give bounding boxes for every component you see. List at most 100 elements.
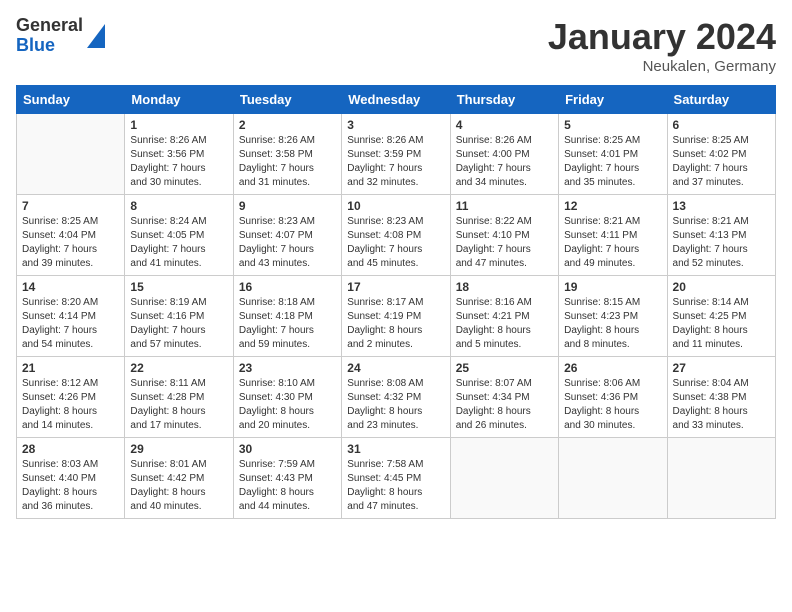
- calendar-cell: 19 Sunrise: 8:15 AMSunset: 4:23 PMDayligh…: [559, 276, 667, 357]
- day-number: 20: [673, 280, 770, 294]
- day-number: 22: [130, 361, 227, 375]
- day-info: Sunrise: 7:59 AMSunset: 4:43 PMDaylight:…: [239, 458, 336, 514]
- day-header-thursday: Thursday: [450, 86, 558, 114]
- day-info: Sunrise: 8:16 AMSunset: 4:21 PMDaylight:…: [456, 296, 553, 352]
- calendar-cell: 20Sunrise: 8:14 AMSunset: 4:25 PMDayligh…: [667, 276, 775, 357]
- day-number: 30: [239, 442, 336, 456]
- day-header-monday: Monday: [125, 86, 233, 114]
- day-number: 17: [347, 280, 444, 294]
- calendar-cell: 1 Sunrise: 8:26 AMSunset: 3:56 PMDaylight…: [125, 114, 233, 195]
- calendar-cell: 15Sunrise: 8:19 AMSunset: 4:16 PMDayligh…: [125, 276, 233, 357]
- day-info: Sunrise: 8:25 AMSunset: 4:02 PMDaylight:…: [673, 134, 770, 190]
- location: Neukalen, Germany: [548, 58, 776, 75]
- day-header-wednesday: Wednesday: [342, 86, 450, 114]
- calendar-cell: [559, 438, 667, 519]
- logo-icon: [87, 24, 105, 48]
- day-info: Sunrise: 8:03 AMSunset: 4:40 PMDaylight:…: [22, 458, 119, 514]
- day-info: Sunrise: 8:19 AMSunset: 4:16 PMDaylight:…: [130, 296, 227, 352]
- calendar-cell: 10 Sunrise: 8:23 AMSunset: 4:08 PMDayligh…: [342, 195, 450, 276]
- day-number: 5: [564, 118, 661, 132]
- day-info: Sunrise: 8:11 AMSunset: 4:28 PMDaylight:…: [130, 377, 227, 433]
- day-number: 19: [564, 280, 661, 294]
- day-number: 9: [239, 199, 336, 213]
- day-info: Sunrise: 8:23 AMSunset: 4:07 PMDaylight:…: [239, 215, 336, 271]
- day-number: 26: [564, 361, 661, 375]
- calendar-cell: 17Sunrise: 8:17 AMSunset: 4:19 PMDayligh…: [342, 276, 450, 357]
- day-number: 8: [130, 199, 227, 213]
- calendar-cell: 18Sunrise: 8:16 AMSunset: 4:21 PMDayligh…: [450, 276, 558, 357]
- day-header-saturday: Saturday: [667, 86, 775, 114]
- calendar-cell: 8 Sunrise: 8:24 AMSunset: 4:05 PMDaylight…: [125, 195, 233, 276]
- day-number: 13: [673, 199, 770, 213]
- calendar-cell: 2Sunrise: 8:26 AMSunset: 3:58 PMDaylight…: [233, 114, 341, 195]
- day-number: 3: [347, 118, 444, 132]
- calendar-week-3: 14Sunrise: 8:20 AMSunset: 4:14 PMDayligh…: [17, 276, 776, 357]
- day-info: Sunrise: 8:07 AMSunset: 4:34 PMDaylight:…: [456, 377, 553, 433]
- calendar-cell: 22 Sunrise: 8:11 AMSunset: 4:28 PMDayligh…: [125, 357, 233, 438]
- day-info: Sunrise: 8:22 AMSunset: 4:10 PMDaylight:…: [456, 215, 553, 271]
- day-number: 6: [673, 118, 770, 132]
- day-info: Sunrise: 8:21 AMSunset: 4:11 PMDaylight:…: [564, 215, 661, 271]
- day-header-sunday: Sunday: [17, 86, 125, 114]
- day-info: Sunrise: 8:20 AMSunset: 4:14 PMDaylight:…: [22, 296, 119, 352]
- day-info: Sunrise: 8:24 AMSunset: 4:05 PMDaylight:…: [130, 215, 227, 271]
- calendar-week-1: 1 Sunrise: 8:26 AMSunset: 3:56 PMDaylight…: [17, 114, 776, 195]
- calendar-cell: 6 Sunrise: 8:25 AMSunset: 4:02 PMDaylight…: [667, 114, 775, 195]
- day-number: 28: [22, 442, 119, 456]
- day-info: Sunrise: 8:23 AMSunset: 4:08 PMDaylight:…: [347, 215, 444, 271]
- day-number: 27: [673, 361, 770, 375]
- day-number: 31: [347, 442, 444, 456]
- calendar-cell: 7 Sunrise: 8:25 AMSunset: 4:04 PMDaylight…: [17, 195, 125, 276]
- calendar-table: SundayMondayTuesdayWednesdayThursdayFrid…: [16, 85, 776, 519]
- day-number: 24: [347, 361, 444, 375]
- calendar-week-2: 7 Sunrise: 8:25 AMSunset: 4:04 PMDaylight…: [17, 195, 776, 276]
- day-info: Sunrise: 8:25 AMSunset: 4:01 PMDaylight:…: [564, 134, 661, 190]
- day-info: Sunrise: 8:26 AMSunset: 3:56 PMDaylight:…: [130, 134, 227, 190]
- calendar-cell: 9 Sunrise: 8:23 AMSunset: 4:07 PMDaylight…: [233, 195, 341, 276]
- day-info: Sunrise: 8:26 AMSunset: 3:59 PMDaylight:…: [347, 134, 444, 190]
- calendar-cell: 5 Sunrise: 8:25 AMSunset: 4:01 PMDaylight…: [559, 114, 667, 195]
- day-number: 23: [239, 361, 336, 375]
- day-number: 1: [130, 118, 227, 132]
- calendar-cell: 31Sunrise: 7:58 AMSunset: 4:45 PMDayligh…: [342, 438, 450, 519]
- day-number: 25: [456, 361, 553, 375]
- day-number: 10: [347, 199, 444, 213]
- day-info: Sunrise: 8:01 AMSunset: 4:42 PMDaylight:…: [130, 458, 227, 514]
- calendar-cell: 28 Sunrise: 8:03 AMSunset: 4:40 PMDayligh…: [17, 438, 125, 519]
- day-info: Sunrise: 8:04 AMSunset: 4:38 PMDaylight:…: [673, 377, 770, 433]
- month-title: January 2024: [548, 16, 776, 58]
- day-number: 12: [564, 199, 661, 213]
- page-header: General Blue January 2024 Neukalen, Germ…: [16, 16, 776, 75]
- calendar-header-row: SundayMondayTuesdayWednesdayThursdayFrid…: [17, 86, 776, 114]
- calendar-cell: 14Sunrise: 8:20 AMSunset: 4:14 PMDayligh…: [17, 276, 125, 357]
- day-number: 7: [22, 199, 119, 213]
- calendar-cell: 23 Sunrise: 8:10 AMSunset: 4:30 PMDayligh…: [233, 357, 341, 438]
- calendar-cell: 11 Sunrise: 8:22 AMSunset: 4:10 PMDayligh…: [450, 195, 558, 276]
- day-info: Sunrise: 8:26 AMSunset: 4:00 PMDaylight:…: [456, 134, 553, 190]
- calendar-cell: [450, 438, 558, 519]
- day-number: 2: [239, 118, 336, 132]
- day-info: Sunrise: 8:18 AMSunset: 4:18 PMDaylight:…: [239, 296, 336, 352]
- calendar-cell: [17, 114, 125, 195]
- day-info: Sunrise: 8:15 AMSunset: 4:23 PMDaylight:…: [564, 296, 661, 352]
- calendar-cell: 4Sunrise: 8:26 AMSunset: 4:00 PMDaylight…: [450, 114, 558, 195]
- logo-blue: Blue: [16, 36, 83, 56]
- calendar-cell: 3 Sunrise: 8:26 AMSunset: 3:59 PMDaylight…: [342, 114, 450, 195]
- calendar-week-4: 21 Sunrise: 8:12 AMSunset: 4:26 PMDayligh…: [17, 357, 776, 438]
- calendar-cell: 24Sunrise: 8:08 AMSunset: 4:32 PMDayligh…: [342, 357, 450, 438]
- day-number: 11: [456, 199, 553, 213]
- calendar-cell: 25 Sunrise: 8:07 AMSunset: 4:34 PMDayligh…: [450, 357, 558, 438]
- day-number: 21: [22, 361, 119, 375]
- day-info: Sunrise: 8:21 AMSunset: 4:13 PMDaylight:…: [673, 215, 770, 271]
- day-info: Sunrise: 8:12 AMSunset: 4:26 PMDaylight:…: [22, 377, 119, 433]
- calendar-cell: 30 Sunrise: 7:59 AMSunset: 4:43 PMDayligh…: [233, 438, 341, 519]
- logo-general: General: [16, 16, 83, 36]
- logo: General Blue: [16, 16, 105, 56]
- day-info: Sunrise: 8:06 AMSunset: 4:36 PMDaylight:…: [564, 377, 661, 433]
- day-info: Sunrise: 8:25 AMSunset: 4:04 PMDaylight:…: [22, 215, 119, 271]
- title-block: January 2024 Neukalen, Germany: [548, 16, 776, 75]
- calendar-cell: 26 Sunrise: 8:06 AMSunset: 4:36 PMDayligh…: [559, 357, 667, 438]
- calendar-cell: 27 Sunrise: 8:04 AMSunset: 4:38 PMDayligh…: [667, 357, 775, 438]
- day-number: 29: [130, 442, 227, 456]
- day-info: Sunrise: 8:10 AMSunset: 4:30 PMDaylight:…: [239, 377, 336, 433]
